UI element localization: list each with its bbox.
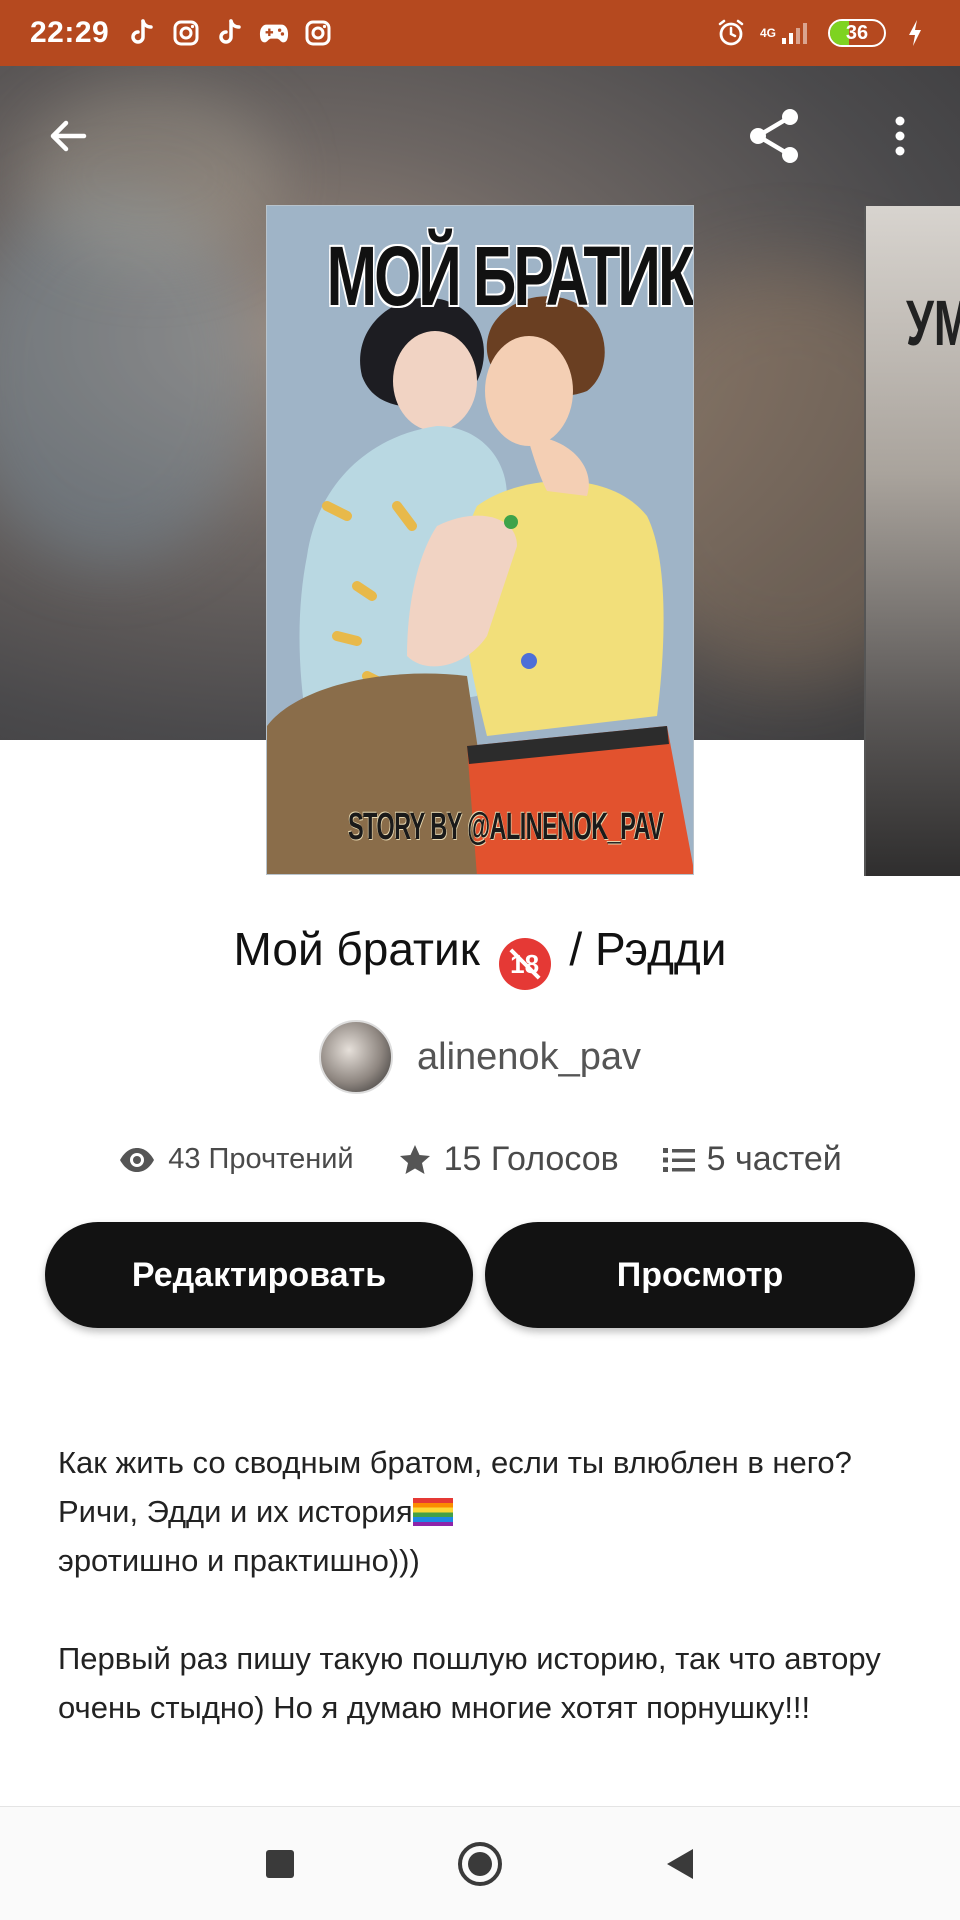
- description-line-2: эротишно и практишно))): [58, 1543, 420, 1578]
- instagram-icon: [303, 18, 333, 48]
- system-back-button[interactable]: [640, 1824, 720, 1904]
- story-title-suffix: / Рэдди: [569, 923, 727, 975]
- votes-stat: 15 Голосов: [398, 1140, 619, 1179]
- edit-button[interactable]: Редактировать: [45, 1222, 473, 1328]
- notification-icons: [127, 18, 333, 48]
- more-vertical-icon: [895, 116, 905, 156]
- story-title: Мой братик 18 / Рэдди: [0, 922, 960, 990]
- votes-count: 15 Голосов: [443, 1140, 619, 1178]
- next-cover-text: УМ: [906, 287, 960, 359]
- story-description: Как жить со сводным братом, если ты влюб…: [58, 1438, 908, 1732]
- author-name[interactable]: alinenok_pav: [417, 1036, 641, 1079]
- alarm-icon: [716, 18, 746, 48]
- cover-byline-text: STORY BY @ALINENOK_PAV: [347, 806, 664, 848]
- story-stats: 43 Прочтений 15 Голосов 5 частей: [0, 1140, 960, 1179]
- description-paragraph-2: Первый раз пишу такую пошлую историю, та…: [58, 1641, 881, 1725]
- square-icon: [266, 1849, 294, 1878]
- share-icon: [750, 109, 798, 163]
- reads-stat: 43 Прочтений: [118, 1143, 354, 1176]
- tiktok-icon: [215, 18, 245, 48]
- story-cover[interactable]: МОЙ БРАТИК STORY BY @ALINENOK_PAV: [266, 205, 694, 875]
- system-status: 4G 36: [716, 18, 930, 48]
- cover-title-text: МОЙ БРАТИК: [326, 229, 693, 323]
- story-title-main: Мой братик: [233, 923, 480, 975]
- instagram-icon: [171, 18, 201, 48]
- status-bar: 22:29 4G 36: [0, 0, 960, 66]
- rainbow-flag-icon: [412, 1498, 453, 1526]
- list-icon: [662, 1147, 695, 1172]
- signal-group: 4G: [760, 20, 814, 46]
- back-button[interactable]: [32, 100, 104, 172]
- description-paragraph-1: Как жить со сводным братом, если ты влюб…: [58, 1438, 908, 1585]
- recents-button[interactable]: [240, 1824, 320, 1904]
- next-story-cover[interactable]: УМ: [864, 206, 960, 876]
- age-restriction-icon: 18: [498, 938, 551, 990]
- system-nav-bar: [0, 1806, 960, 1920]
- triangle-back-icon: [667, 1848, 693, 1879]
- arrow-left-icon: [50, 120, 87, 152]
- home-button[interactable]: [440, 1824, 520, 1904]
- battery-level: 36: [845, 21, 869, 44]
- circle-icon: [458, 1841, 502, 1886]
- author-avatar[interactable]: [319, 1020, 394, 1094]
- author-row[interactable]: alinenok_pav: [0, 1020, 960, 1094]
- story-details-screen: 22:29 4G 36 МОЙ БРАТИК STORY BY @ALINENO…: [0, 0, 960, 1920]
- network-type: 4G: [759, 26, 776, 40]
- eye-icon: [120, 1147, 155, 1172]
- description-line-1: Как жить со сводным братом, если ты влюб…: [58, 1445, 852, 1529]
- share-button[interactable]: [738, 100, 810, 172]
- preview-button[interactable]: Просмотр: [485, 1222, 915, 1328]
- star-icon: [399, 1144, 430, 1174]
- status-time: 22:29: [30, 16, 110, 49]
- reads-count: 43 Прочтений: [168, 1143, 354, 1175]
- parts-stat[interactable]: 5 частей: [662, 1140, 842, 1179]
- signal-icon: [782, 23, 807, 44]
- tiktok-icon: [127, 18, 157, 48]
- gamepad-icon: [259, 18, 289, 48]
- parts-count: 5 частей: [706, 1140, 842, 1178]
- more-options-button[interactable]: [864, 100, 936, 172]
- battery-indicator: 36: [828, 19, 886, 47]
- charging-icon: [900, 18, 930, 48]
